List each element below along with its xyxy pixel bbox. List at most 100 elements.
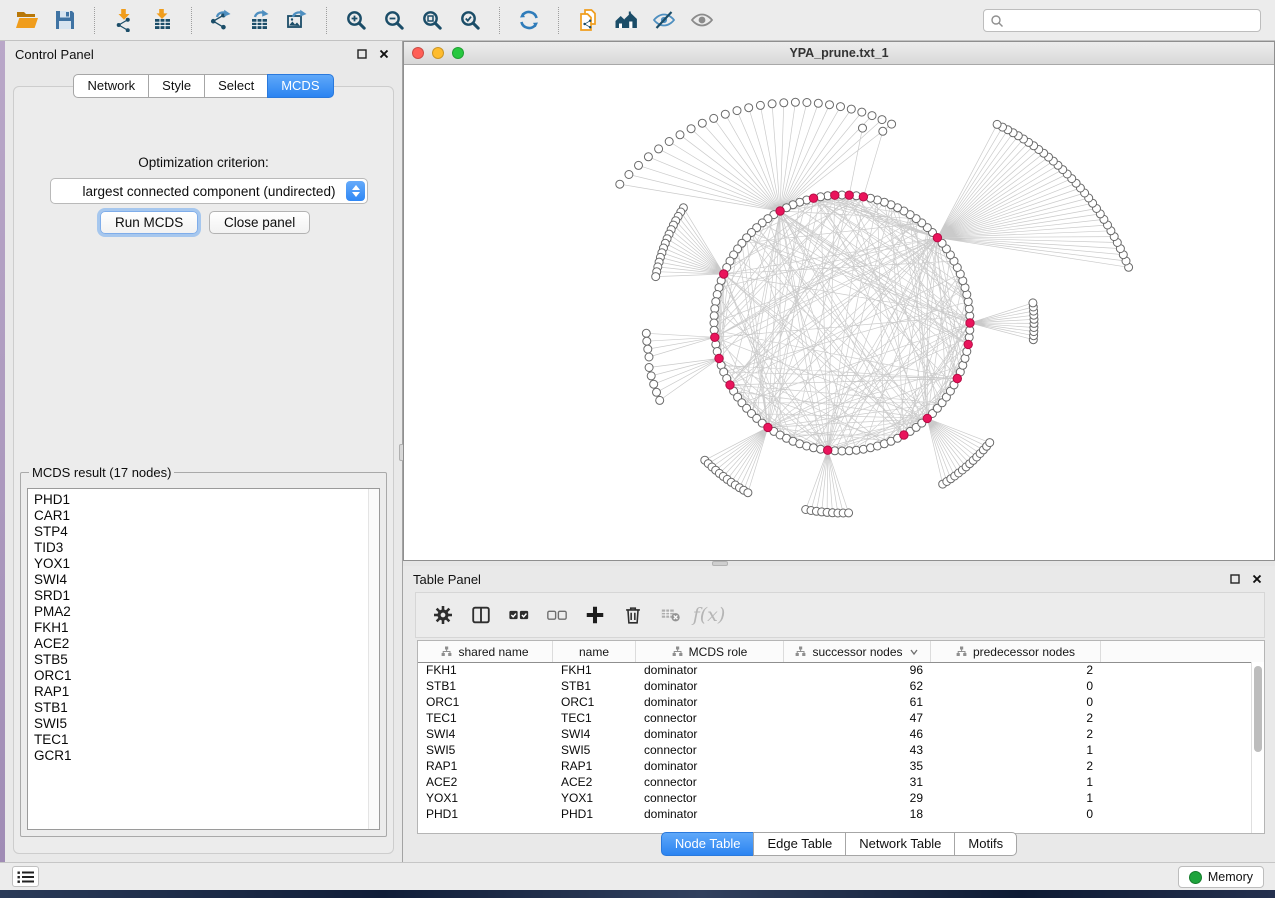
mcds-result-item[interactable]: TEC1 — [34, 732, 379, 748]
copy-network-button[interactable] — [572, 5, 604, 35]
memory-button[interactable]: Memory — [1178, 866, 1264, 888]
table-cell: dominator — [636, 662, 784, 678]
table-row[interactable]: ORC1ORC1dominator610 — [418, 694, 1252, 710]
network-window: YPA_prune.txt_1 — [403, 41, 1275, 561]
column-header-successor-nodes[interactable]: successor nodes — [784, 641, 931, 662]
table-row[interactable]: SWI5SWI5connector431 — [418, 742, 1252, 758]
window-minimize-button[interactable] — [432, 47, 444, 59]
delete-column-button[interactable] — [620, 602, 646, 628]
network-canvas[interactable] — [404, 65, 1274, 560]
table-row[interactable]: ACE2ACE2connector311 — [418, 774, 1252, 790]
toolbar-separator — [191, 7, 192, 34]
table-row[interactable]: FKH1FKH1dominator962 — [418, 662, 1252, 678]
add-column-button[interactable] — [582, 602, 608, 628]
column-header-name[interactable]: name — [553, 641, 636, 662]
zoom-fit-button[interactable] — [416, 5, 448, 35]
save-session-button[interactable] — [49, 5, 81, 35]
tab-motifs[interactable]: Motifs — [954, 832, 1017, 856]
table-cell: connector — [636, 790, 784, 806]
table-row[interactable]: RAP1RAP1dominator352 — [418, 758, 1252, 774]
tab-style[interactable]: Style — [148, 74, 205, 98]
mcds-result-item[interactable]: SWI5 — [34, 716, 379, 732]
mcds-result-item[interactable]: STB5 — [34, 652, 379, 668]
table-cell: SWI4 — [553, 726, 636, 742]
network-overview-button[interactable] — [610, 5, 642, 35]
zoom-selected-button[interactable] — [454, 5, 486, 35]
mcds-result-list[interactable]: PHD1CAR1STP4TID3YOX1SWI4SRD1PMA2FKH1ACE2… — [27, 488, 380, 830]
show-elements-button[interactable] — [686, 5, 718, 35]
export-table-icon — [247, 8, 271, 32]
mcds-result-item[interactable]: STB1 — [34, 700, 379, 716]
tab-edge-table[interactable]: Edge Table — [753, 832, 846, 856]
sort-chevron-icon — [909, 648, 919, 656]
search-input[interactable] — [1004, 11, 1260, 31]
network-graph[interactable] — [404, 65, 1274, 560]
table-settings-button[interactable] — [430, 602, 456, 628]
node-table-header[interactable]: shared namename MCDS role successor nodesp… — [418, 641, 1264, 663]
network-titlebar[interactable]: YPA_prune.txt_1 — [404, 42, 1274, 65]
table-cell: connector — [636, 742, 784, 758]
mcds-result-item[interactable]: FKH1 — [34, 620, 379, 636]
search-box[interactable] — [983, 9, 1261, 32]
import-table-button[interactable] — [146, 5, 178, 35]
float-panel-icon[interactable] — [354, 46, 370, 62]
table-scrollbar-thumb[interactable] — [1254, 666, 1262, 752]
close-table-panel-icon[interactable] — [1249, 571, 1265, 587]
refresh-view-button[interactable] — [513, 5, 545, 35]
table-row[interactable]: PHD1PHD1dominator180 — [418, 806, 1252, 822]
table-cell: SWI5 — [418, 742, 553, 758]
table-row[interactable]: SWI4SWI4dominator462 — [418, 726, 1252, 742]
table-row[interactable]: STB1STB1dominator620 — [418, 678, 1252, 694]
float-table-panel-icon[interactable] — [1227, 571, 1243, 587]
import-network-button[interactable] — [108, 5, 140, 35]
task-history-button[interactable] — [12, 866, 39, 887]
run-mcds-button[interactable]: Run MCDS — [100, 211, 198, 234]
tab-mcds[interactable]: MCDS — [267, 74, 333, 98]
column-header-shared-name[interactable]: shared name — [418, 641, 553, 662]
mcds-result-item[interactable]: CAR1 — [34, 508, 379, 524]
column-header-MCDS-role[interactable]: MCDS role — [636, 641, 784, 662]
deselect-all-button[interactable] — [544, 602, 570, 628]
tab-network[interactable]: Network — [73, 74, 149, 98]
close-panel-button[interactable]: Close panel — [209, 211, 310, 234]
mcds-result-item[interactable]: SWI4 — [34, 572, 379, 588]
zoom-in-button[interactable] — [340, 5, 372, 35]
optimization-criterion-label: Optimization criterion: — [14, 155, 393, 170]
export-network-button[interactable] — [205, 5, 237, 35]
export-image-button[interactable] — [281, 5, 313, 35]
tab-network-table[interactable]: Network Table — [845, 832, 955, 856]
zoom-out-button[interactable] — [378, 5, 410, 35]
table-row[interactable]: TEC1TEC1connector472 — [418, 710, 1252, 726]
table-cell: dominator — [636, 678, 784, 694]
mcds-list-scrollbar[interactable] — [368, 489, 379, 829]
window-zoom-button[interactable] — [452, 47, 464, 59]
column-header-predecessor-nodes[interactable]: predecessor nodes — [931, 641, 1101, 662]
table-row[interactable]: YOX1YOX1connector291 — [418, 790, 1252, 806]
table-cell: 2 — [931, 662, 1101, 678]
split-view-button[interactable] — [468, 602, 494, 628]
mcds-result-item[interactable]: ORC1 — [34, 668, 379, 684]
mcds-result-item[interactable]: TID3 — [34, 540, 379, 556]
hide-elements-button[interactable] — [648, 5, 680, 35]
tab-select[interactable]: Select — [204, 74, 268, 98]
mcds-result-item[interactable]: STP4 — [34, 524, 379, 540]
open-file-button[interactable] — [11, 5, 43, 35]
table-scrollbar[interactable] — [1251, 662, 1264, 833]
window-close-button[interactable] — [412, 47, 424, 59]
tab-node-table[interactable]: Node Table — [661, 832, 755, 856]
column-label: MCDS role — [689, 645, 748, 659]
mcds-result-item[interactable]: PMA2 — [34, 604, 379, 620]
mcds-result-item[interactable]: RAP1 — [34, 684, 379, 700]
select-all-button[interactable] — [506, 602, 532, 628]
mcds-result-item[interactable]: GCR1 — [34, 748, 379, 764]
close-panel-icon[interactable] — [376, 46, 392, 62]
table-cell: 62 — [784, 678, 931, 694]
criterion-select[interactable]: largest connected component (undirected) — [50, 178, 368, 204]
attribute-type-icon — [441, 646, 452, 657]
mcds-result-item[interactable]: PHD1 — [34, 492, 379, 508]
export-table-button[interactable] — [243, 5, 275, 35]
mcds-result-item[interactable]: ACE2 — [34, 636, 379, 652]
mcds-result-item[interactable]: SRD1 — [34, 588, 379, 604]
mcds-result-item[interactable]: YOX1 — [34, 556, 379, 572]
export-image-icon — [285, 8, 309, 32]
